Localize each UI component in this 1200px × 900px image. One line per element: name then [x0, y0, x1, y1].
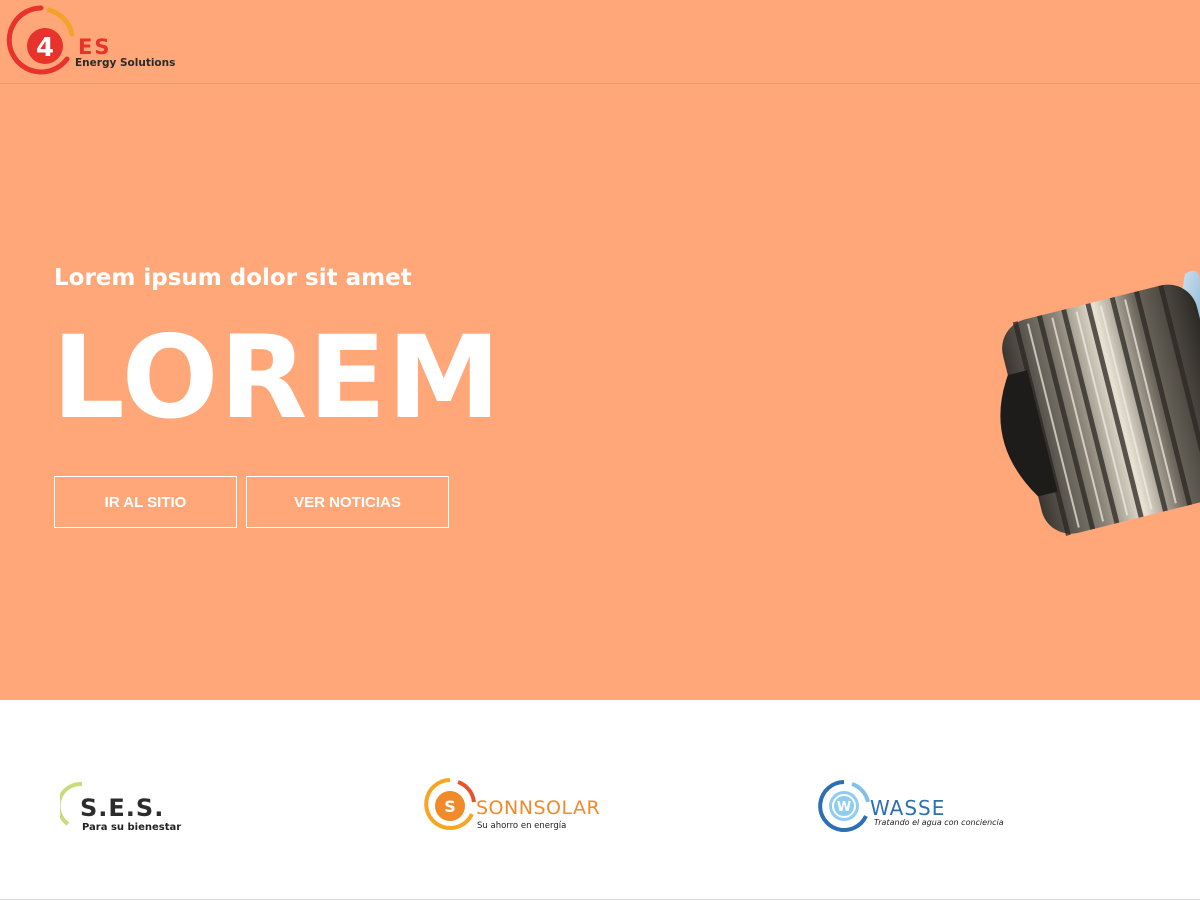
partner-tagline: Tratando el agua con conciencia	[874, 818, 1004, 827]
hero-title: LOREM	[52, 311, 502, 444]
partner-tagline: Para su bienestar	[82, 822, 182, 833]
partner-logos: S.E.S. Para su bienestar S SONNSOLAR Su …	[0, 700, 1200, 900]
partner-wasse[interactable]: W WASSE Tratando el agua con conciencia	[818, 776, 1018, 836]
light-bulb-base-image	[1000, 270, 1200, 536]
water-logo-icon: W	[818, 780, 870, 832]
partner-name: WASSE	[870, 796, 946, 820]
view-news-button[interactable]: VER NOTICIAS	[246, 476, 449, 528]
partner-name: SONNSOLAR	[476, 797, 601, 819]
site-header: 4 ES Energy Solutions	[0, 0, 1200, 84]
logo-digit: 4	[36, 33, 54, 63]
hero-subtitle: Lorem ipsum dolor sit amet	[54, 265, 412, 291]
go-to-site-button[interactable]: IR AL SITIO	[54, 476, 237, 528]
partner-ses[interactable]: S.E.S. Para su bienestar	[60, 776, 200, 836]
logo-mark-icon: 4	[6, 5, 75, 75]
hero-banner: Lorem ipsum dolor sit amet LOREM IR AL S…	[0, 84, 1200, 700]
sonnsolar-icon-letter: S	[444, 797, 456, 816]
company-logo[interactable]: 4 ES Energy Solutions	[5, 4, 175, 76]
partner-name: S.E.S.	[80, 794, 165, 822]
logo-name: ES	[78, 35, 112, 59]
partner-tagline: Su ahorro en energía	[477, 821, 567, 831]
partner-sonnsolar[interactable]: S SONNSOLAR Su ahorro en energía	[422, 776, 622, 836]
sun-logo-icon: S	[424, 778, 476, 830]
logo-tagline: Energy Solutions	[75, 57, 176, 69]
wasse-icon-letter: W	[837, 800, 851, 815]
